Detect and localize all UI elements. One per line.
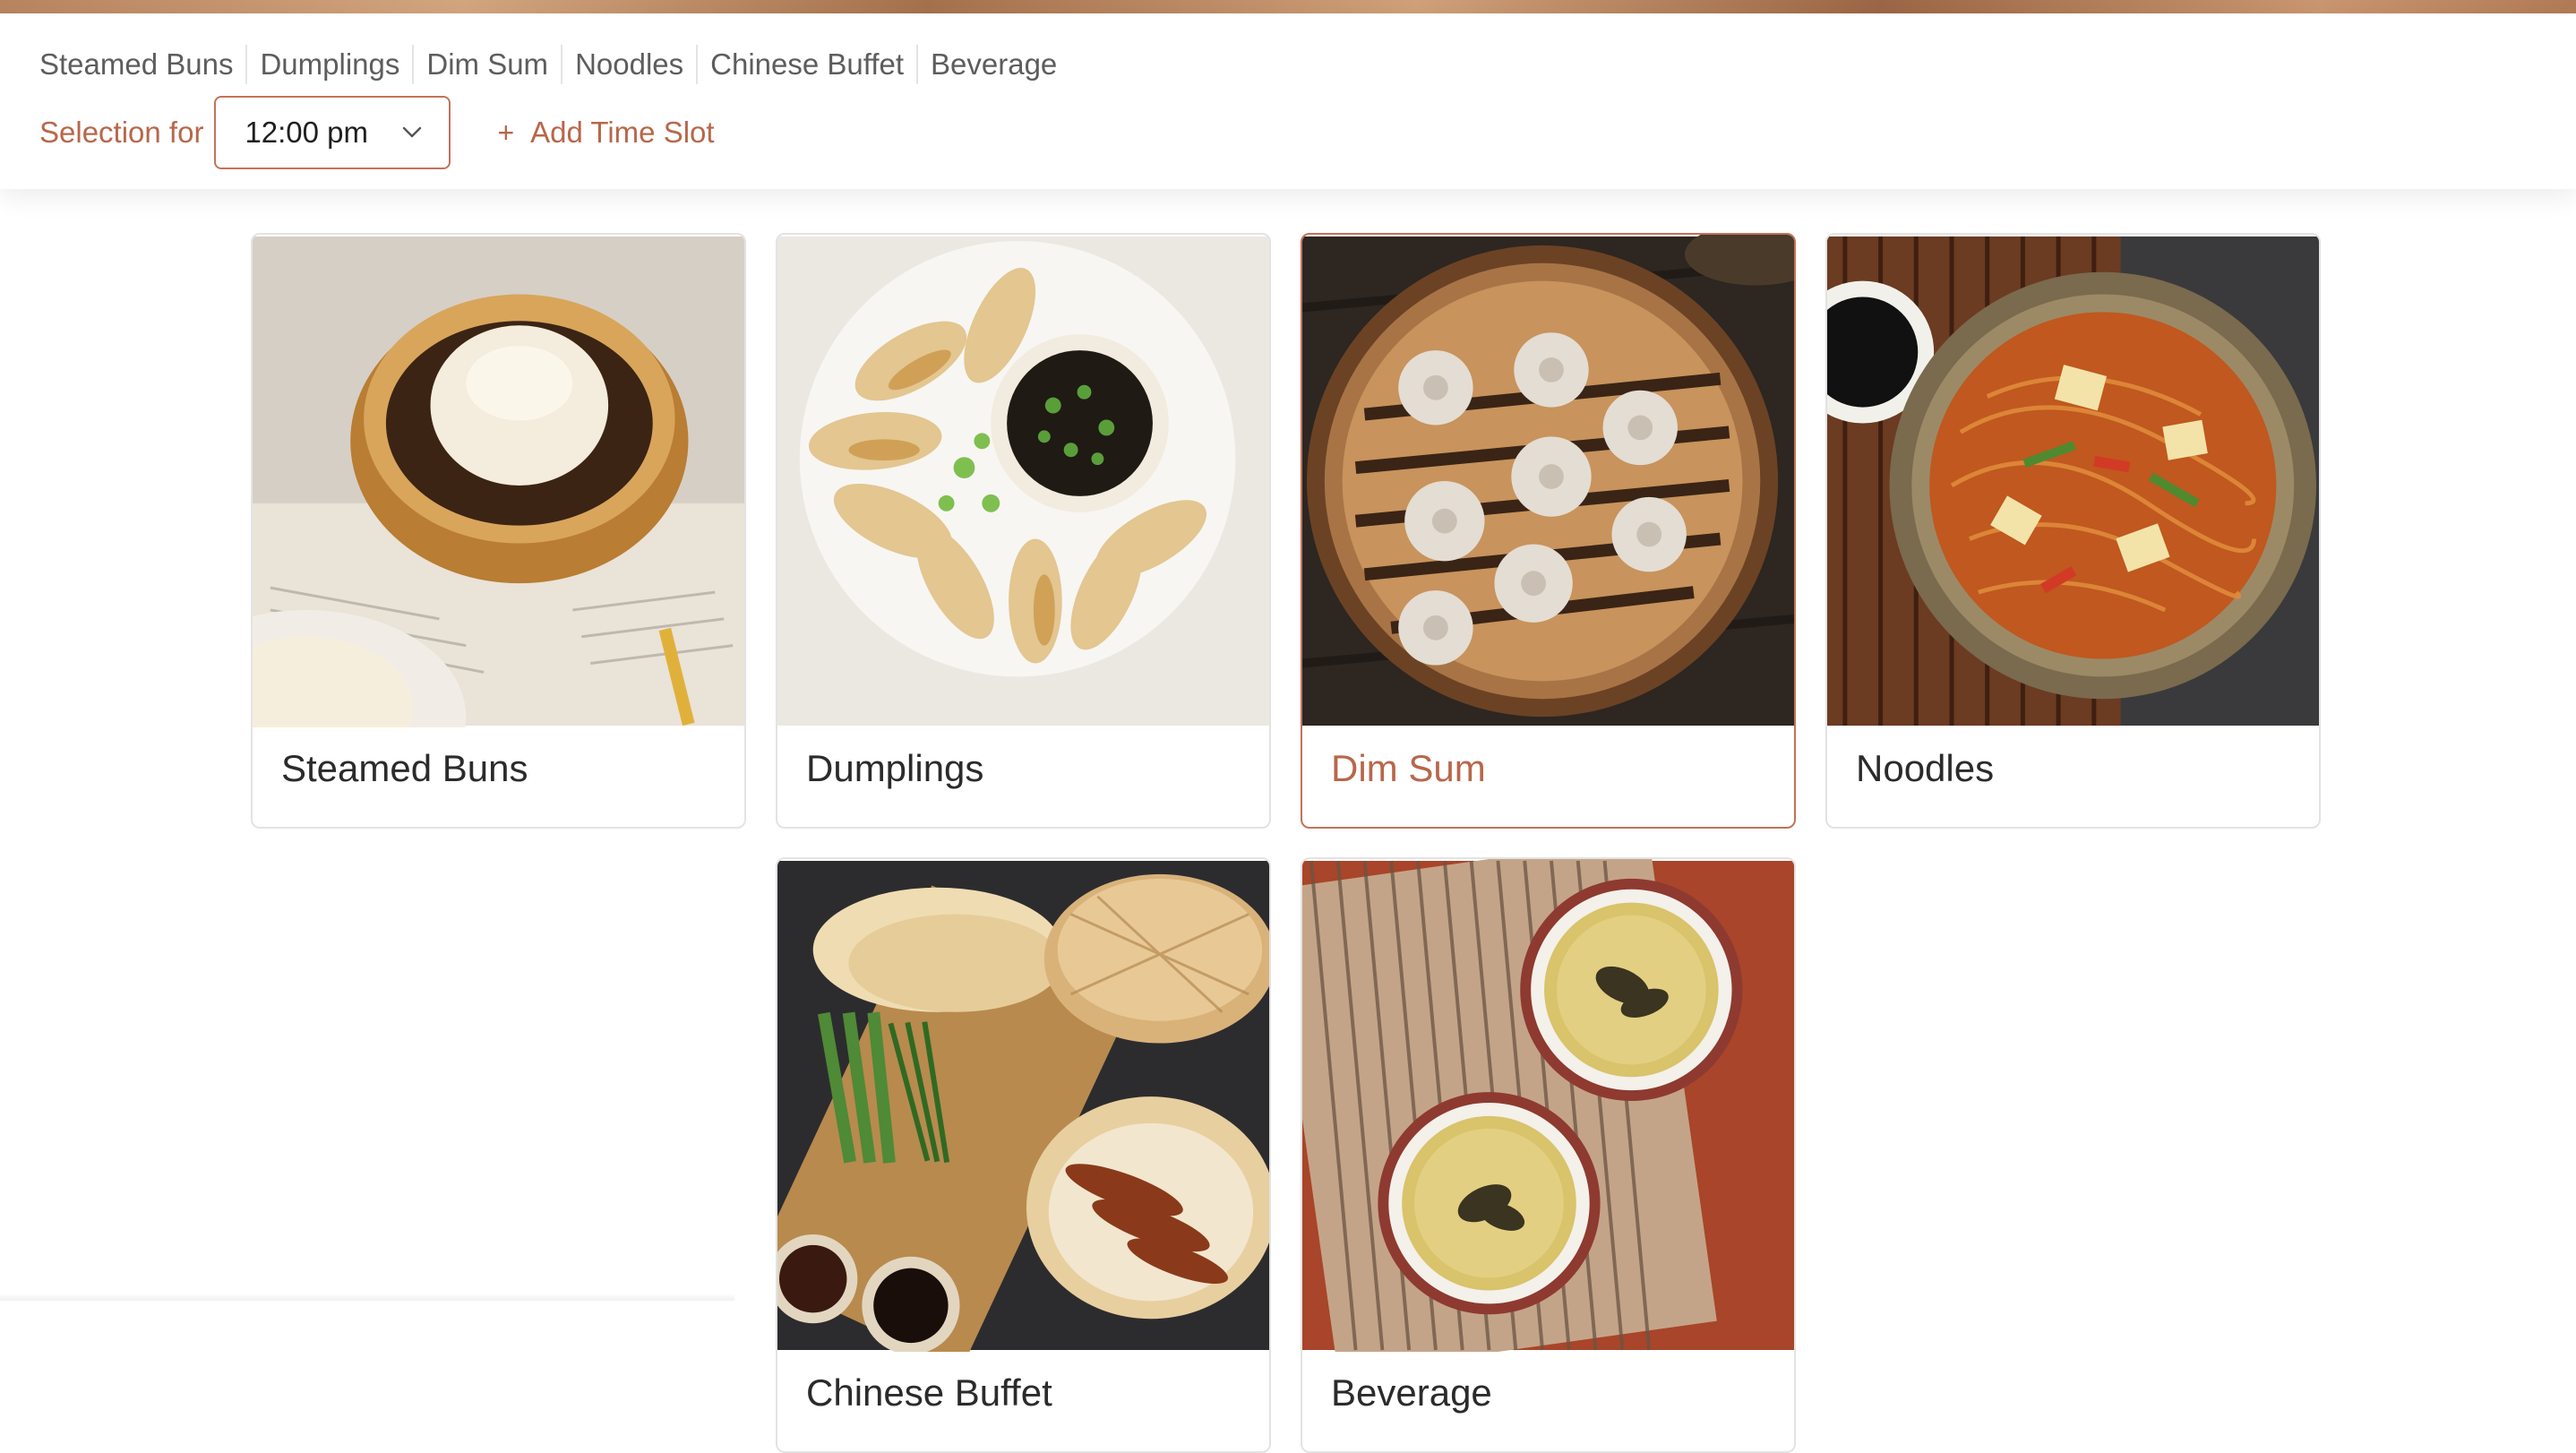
time-slot-row: Selection for 12:00 pm + Add Time Slot <box>39 96 715 169</box>
nav-item-noodles[interactable]: Noodles <box>561 45 696 84</box>
category-name: Steamed Buns <box>281 747 528 790</box>
selection-for-label: Selection for <box>39 116 203 150</box>
nav-item-chinese-buffet[interactable]: Chinese Buffet <box>696 45 916 84</box>
category-card-beverage[interactable]: Beverage <box>1301 857 1796 1453</box>
noodles-photo <box>1827 235 2319 727</box>
nav-item-dim-sum[interactable]: Dim Sum <box>412 45 561 84</box>
menu-header: Steamed Buns Dumplings Dim Sum Noodles C… <box>0 13 2576 189</box>
add-time-slot-button[interactable]: + Add Time Slot <box>497 116 714 150</box>
category-card-steamed-buns[interactable]: Steamed Buns <box>251 233 746 829</box>
time-slot-value: 12:00 pm <box>245 116 368 150</box>
category-name: Dim Sum <box>1331 747 1486 790</box>
category-name: Dumplings <box>806 747 983 790</box>
nav-item-steamed-buns[interactable]: Steamed Buns <box>39 45 245 84</box>
chinese-buffet-photo <box>777 859 1269 1352</box>
scroll-shadow <box>0 1294 734 1301</box>
category-nav: Steamed Buns Dumplings Dim Sum Noodles C… <box>39 33 1069 96</box>
dumplings-photo <box>777 235 1269 727</box>
add-time-slot-label: Add Time Slot <box>530 116 714 150</box>
category-card-dim-sum[interactable]: Dim Sum <box>1301 233 1796 829</box>
plus-icon: + <box>497 118 514 147</box>
category-name: Noodles <box>1856 747 1994 790</box>
nav-item-beverage[interactable]: Beverage <box>916 45 1069 84</box>
category-card-dumplings[interactable]: Dumplings <box>776 233 1271 829</box>
time-slot-select[interactable]: 12:00 pm <box>214 96 451 169</box>
steamed-buns-photo <box>253 235 744 727</box>
category-name: Beverage <box>1331 1371 1492 1414</box>
nav-item-dumplings[interactable]: Dumplings <box>245 45 412 84</box>
chevron-down-icon <box>402 126 422 139</box>
beverage-photo <box>1302 859 1794 1352</box>
category-card-noodles[interactable]: Noodles <box>1825 233 2321 829</box>
header-banner-image <box>0 0 2576 13</box>
category-card-chinese-buffet[interactable]: Chinese Buffet <box>776 857 1271 1453</box>
category-name: Chinese Buffet <box>806 1371 1052 1414</box>
dim-sum-photo <box>1302 235 1794 727</box>
